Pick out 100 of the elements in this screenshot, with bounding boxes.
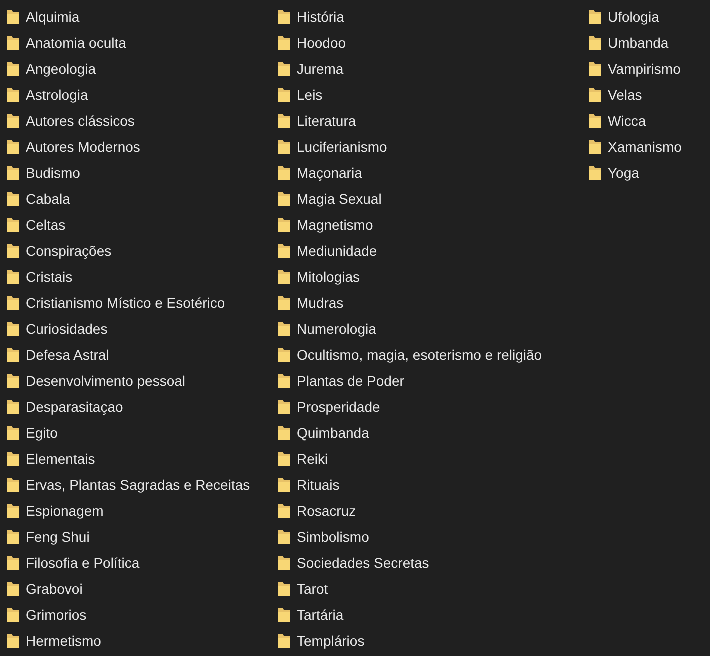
folder-item[interactable]: Yoga (588, 160, 710, 186)
folder-item[interactable]: Alquimia (6, 4, 271, 30)
folder-icon (277, 607, 291, 623)
folder-item[interactable]: Grimorios (6, 602, 271, 628)
folder-icon (6, 139, 20, 155)
folder-item[interactable]: Ufologia (588, 4, 710, 30)
folder-item[interactable]: Mudras (277, 290, 582, 316)
folder-icon (277, 165, 291, 181)
folder-item[interactable]: Grabovoi (6, 576, 271, 602)
folder-item[interactable]: Templários (277, 628, 582, 654)
folder-item[interactable]: Rosacruz (277, 498, 582, 524)
folder-item[interactable]: Wicca (588, 108, 710, 134)
folder-item[interactable]: Ervas, Plantas Sagradas e Receitas (6, 472, 271, 498)
folder-icon (588, 35, 602, 51)
folder-item[interactable]: Xamanismo (588, 134, 710, 160)
folder-icon (277, 503, 291, 519)
folder-item[interactable]: Sociedades Secretas (277, 550, 582, 576)
folder-item[interactable]: Plantas de Poder (277, 368, 582, 394)
folder-item[interactable]: Desparasitaçao (6, 394, 271, 420)
folder-item[interactable]: Prosperidade (277, 394, 582, 420)
folder-item[interactable]: Cristais (6, 264, 271, 290)
folder-icon (277, 451, 291, 467)
folder-icon (277, 191, 291, 207)
folder-item[interactable]: Simbolismo (277, 524, 582, 550)
folder-icon (6, 191, 20, 207)
folder-item[interactable]: Defesa Astral (6, 342, 271, 368)
folder-item[interactable]: Autores clássicos (6, 108, 271, 134)
folder-item[interactable]: Egito (6, 420, 271, 446)
folder-item[interactable]: História (277, 4, 582, 30)
folder-item[interactable]: Tartária (277, 602, 582, 628)
folder-icon (277, 139, 291, 155)
folder-icon (6, 373, 20, 389)
folder-icon (6, 243, 20, 259)
folder-icon (277, 35, 291, 51)
folder-icon (6, 321, 20, 337)
folder-icon (6, 581, 20, 597)
folder-item[interactable]: Rituais (277, 472, 582, 498)
folder-icon (277, 61, 291, 77)
folder-item[interactable]: Espionagem (6, 498, 271, 524)
folder-item[interactable]: Curiosidades (6, 316, 271, 342)
folder-item[interactable]: Maçonaria (277, 160, 582, 186)
folder-item[interactable]: Conspirações (6, 238, 271, 264)
folder-item[interactable]: Magnetismo (277, 212, 582, 238)
folder-icon (588, 165, 602, 181)
folder-item[interactable]: Mediunidade (277, 238, 582, 264)
folder-item[interactable]: Umbanda (588, 30, 710, 56)
folder-item[interactable]: Feng Shui (6, 524, 271, 550)
folder-icon (6, 61, 20, 77)
folder-icon (6, 529, 20, 545)
folder-icon (588, 61, 602, 77)
folder-item[interactable]: Angeologia (6, 56, 271, 82)
folder-icon (6, 451, 20, 467)
folder-icon (6, 607, 20, 623)
folder-icon (277, 373, 291, 389)
folder-icon (277, 633, 291, 649)
folder-icon (6, 87, 20, 103)
folder-item[interactable]: Cristianismo Místico e Esotérico (6, 290, 271, 316)
folder-icon (6, 347, 20, 363)
folder-icon (6, 9, 20, 25)
folder-item[interactable]: Reiki (277, 446, 582, 472)
folder-item[interactable]: Magia Sexual (277, 186, 582, 212)
folder-icon (6, 295, 20, 311)
folder-icon (277, 529, 291, 545)
folder-item[interactable]: Quimbanda (277, 420, 582, 446)
folder-icon (277, 113, 291, 129)
folder-item[interactable]: Luciferianismo (277, 134, 582, 160)
folder-item[interactable]: Filosofia e Política (6, 550, 271, 576)
folder-icon (277, 295, 291, 311)
folder-item[interactable]: Elementais (6, 446, 271, 472)
folder-item[interactable]: Jurema (277, 56, 582, 82)
folder-item[interactable]: Autores Modernos (6, 134, 271, 160)
folder-icon (6, 633, 20, 649)
folder-icon (6, 35, 20, 51)
folder-item[interactable]: Vampirismo (588, 56, 710, 82)
folder-item[interactable]: Tarot (277, 576, 582, 602)
folder-item[interactable]: Leis (277, 82, 582, 108)
folder-item[interactable]: Celtas (6, 212, 271, 238)
folder-icon (6, 503, 20, 519)
folder-item[interactable]: Hoodoo (277, 30, 582, 56)
folder-item[interactable]: Ocultismo, magia, esoterismo e religião (277, 342, 582, 368)
folder-icon (6, 165, 20, 181)
folder-item[interactable]: Anatomia oculta (6, 30, 271, 56)
folder-item[interactable]: Budismo (6, 160, 271, 186)
folder-icon (277, 269, 291, 285)
folder-item[interactable]: Mitologias (277, 264, 582, 290)
folder-item[interactable]: Cabala (6, 186, 271, 212)
folder-item[interactable]: Astrologia (6, 82, 271, 108)
folder-icon (277, 425, 291, 441)
folder-item[interactable]: Numerologia (277, 316, 582, 342)
folder-icon (588, 9, 602, 25)
folder-item[interactable]: Velas (588, 82, 710, 108)
folder-icon (6, 399, 20, 415)
folder-icon (588, 87, 602, 103)
folder-item[interactable]: Literatura (277, 108, 582, 134)
folder-item[interactable]: Hermetismo (6, 628, 271, 654)
folder-icon (277, 399, 291, 415)
folder-icon (277, 243, 291, 259)
folder-icon (6, 269, 20, 285)
folder-icon (277, 581, 291, 597)
folder-item[interactable]: Desenvolvimento pessoal (6, 368, 271, 394)
